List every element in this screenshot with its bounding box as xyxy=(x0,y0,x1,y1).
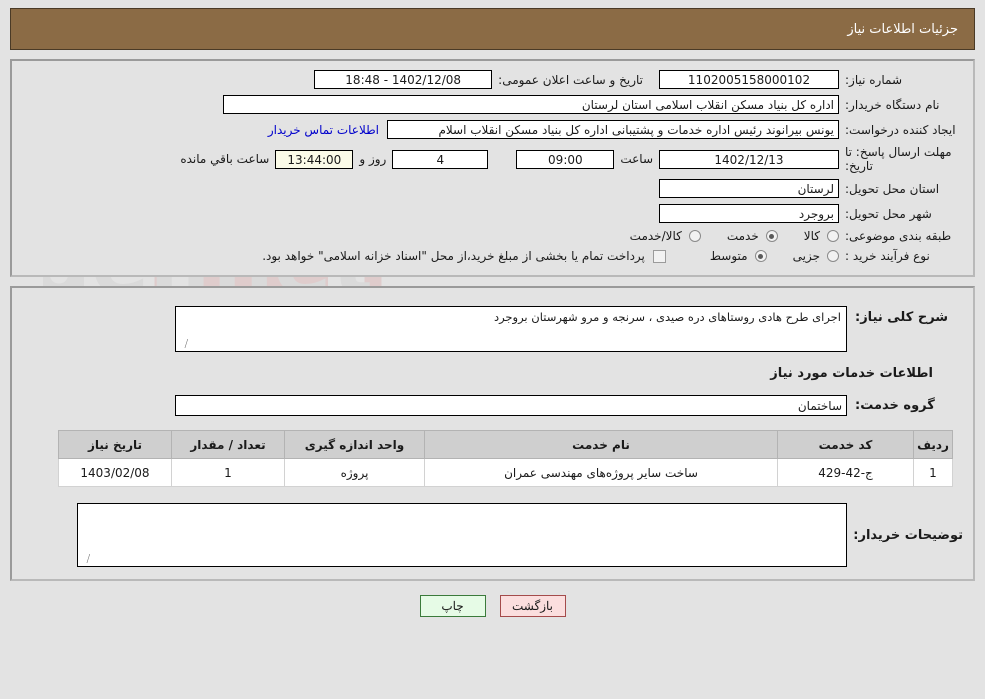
treasury-checkbox-label: پرداخت تمام یا بخشی از مبلغ خرید،از محل … xyxy=(262,249,645,263)
cell-quantity: 1 xyxy=(171,458,285,487)
process-label: نوع فرآیند خرید : xyxy=(845,249,930,263)
row-buyer-org: نام دستگاه خریدار: اداره کل بنیاد مسکن ا… xyxy=(22,95,963,114)
category-option-service-label: خدمت xyxy=(726,229,759,243)
row-city: شهر محل تحویل: بروجرد xyxy=(22,204,963,223)
row-need-number: شماره نیاز: 1102005158000102 تاریخ و ساع… xyxy=(22,70,963,89)
row-process: نوع فرآیند خرید : جزیی متوسط پرداخت تمام… xyxy=(22,249,963,263)
row-deadline: مهلت ارسال پاسخ: تا تاریخ: 1402/12/13 سا… xyxy=(22,145,963,173)
print-button[interactable]: چاپ xyxy=(419,595,486,617)
buyer-notes-label: توضیحات خریدار: xyxy=(853,527,963,543)
announce-value: 1402/12/08 - 18:48 xyxy=(314,70,493,89)
need-number-value: 1102005158000102 xyxy=(659,70,839,89)
category-option-goods-service[interactable]: کالا/خدمت xyxy=(630,229,701,243)
resize-grip-icon-notes: ⧹ xyxy=(86,554,90,565)
city-label: شهر محل تحویل: xyxy=(845,206,932,221)
radio-icon-minor[interactable] xyxy=(827,250,839,262)
remaining-days: 4 xyxy=(392,149,489,169)
col-row-no: ردیف xyxy=(913,430,953,459)
buyer-notes-textarea[interactable]: ⧹ xyxy=(77,503,847,567)
deadline-label: مهلت ارسال پاسخ: تا تاریخ: xyxy=(845,145,952,173)
col-quantity: تعداد / مقدار xyxy=(171,430,285,459)
radio-icon-goods-service[interactable] xyxy=(688,230,701,242)
row-service-group: گروه خدمت: ساختمان xyxy=(22,395,963,416)
description-textarea[interactable]: اجرای طرح هادی روستاهای دره صیدی ، سرنجه… xyxy=(175,306,847,352)
process-option-minor[interactable]: جزیی xyxy=(793,249,839,263)
col-service-name: نام خدمت xyxy=(424,430,778,459)
row-category: طبقه بندی موضوعی: کالا خدمت کالا/خدمت xyxy=(22,229,963,243)
process-radio-group: جزیی متوسط xyxy=(684,249,839,263)
action-button-bar: بازگشت چاپ xyxy=(0,595,985,617)
col-need-date: تاریخ نیاز xyxy=(58,430,172,459)
need-number-label: شماره نیاز: xyxy=(845,72,902,87)
province-value: لرستان xyxy=(659,179,839,198)
cell-unit: پروژه xyxy=(284,458,425,487)
back-button[interactable]: بازگشت xyxy=(499,595,566,617)
col-service-code: کد خدمت xyxy=(777,430,914,459)
cell-need-date: 1403/02/08 xyxy=(58,458,172,487)
radio-icon-goods[interactable] xyxy=(827,230,839,242)
category-option-goods-label: کالا xyxy=(803,229,820,243)
service-group-label: گروه خدمت: xyxy=(855,398,935,413)
row-province: استان محل تحویل: لرستان xyxy=(22,179,963,198)
page-title: جزئیات اطلاعات نیاز xyxy=(847,21,958,37)
table-header-row: ردیف کد خدمت نام خدمت واحد اندازه گیری ت… xyxy=(58,430,953,459)
deadline-hour: 09:00 xyxy=(516,149,615,169)
cell-service-code: ج-42-429 xyxy=(777,458,914,487)
buyer-contact-link[interactable]: اطلاعات تماس خریدار xyxy=(268,123,387,137)
treasury-checkbox[interactable] xyxy=(652,249,666,263)
creator-value: یونس بیرانوند رئیس اداره خدمات و پشتیبان… xyxy=(387,120,839,139)
row-buyer-notes: توضیحات خریدار: ⧹ xyxy=(22,503,963,567)
radio-icon-medium[interactable] xyxy=(754,250,767,262)
row-description: شرح کلی نیاز: اجرای طرح هادی روستاهای در… xyxy=(22,306,963,352)
category-label: طبقه بندی موضوعی: xyxy=(845,229,952,243)
need-info-panel: شماره نیاز: 1102005158000102 تاریخ و ساع… xyxy=(10,59,975,277)
row-creator: ایجاد کننده درخواست: یونس بیرانوند رئیس … xyxy=(22,120,963,139)
page-header: جزئیات اطلاعات نیاز xyxy=(10,8,975,50)
days-label: روز و xyxy=(359,152,387,166)
process-option-minor-label: جزیی xyxy=(792,249,820,263)
category-option-goods-service-label: کالا/خدمت xyxy=(629,229,682,243)
province-label: استان محل تحویل: xyxy=(845,181,940,196)
buyer-org-value: اداره کل بنیاد مسکن انقلاب اسلامی استان … xyxy=(223,95,839,114)
process-option-medium[interactable]: متوسط xyxy=(710,249,767,263)
service-group-value: ساختمان xyxy=(175,395,847,416)
announce-label: تاریخ و ساعت اعلان عمومی: xyxy=(498,72,643,87)
creator-label: ایجاد کننده درخواست: xyxy=(845,122,956,137)
buyer-org-label: نام دستگاه خریدار: xyxy=(845,97,940,112)
category-option-goods[interactable]: کالا xyxy=(804,229,839,243)
cell-service-name: ساخت سایر پروژه‌های مهندسی عمران xyxy=(424,458,778,487)
category-radio-group: کالا خدمت کالا/خدمت xyxy=(604,229,839,243)
city-value: بروجرد xyxy=(659,204,839,223)
table-row: 1 ج-42-429 ساخت سایر پروژه‌های مهندسی عم… xyxy=(58,458,953,487)
resize-grip-icon: ⧹ xyxy=(184,339,188,350)
service-details-panel: شرح کلی نیاز: اجرای طرح هادی روستاهای در… xyxy=(10,286,975,581)
remaining-time: 13:44:00 xyxy=(275,149,354,169)
process-option-medium-label: متوسط xyxy=(709,249,748,263)
services-section-title: اطلاعات خدمات مورد نیاز xyxy=(770,366,933,381)
services-table: ردیف کد خدمت نام خدمت واحد اندازه گیری ت… xyxy=(58,430,953,487)
deadline-date: 1402/12/13 xyxy=(659,149,839,169)
radio-icon-service[interactable] xyxy=(765,230,778,242)
cell-row-no: 1 xyxy=(913,458,953,487)
col-unit: واحد اندازه گیری xyxy=(284,430,425,459)
hour-label: ساعت xyxy=(620,152,653,166)
description-label: شرح کلی نیاز: xyxy=(855,310,949,325)
remaining-label: ساعت باقي مانده xyxy=(180,152,270,166)
category-option-service[interactable]: خدمت xyxy=(727,229,778,243)
